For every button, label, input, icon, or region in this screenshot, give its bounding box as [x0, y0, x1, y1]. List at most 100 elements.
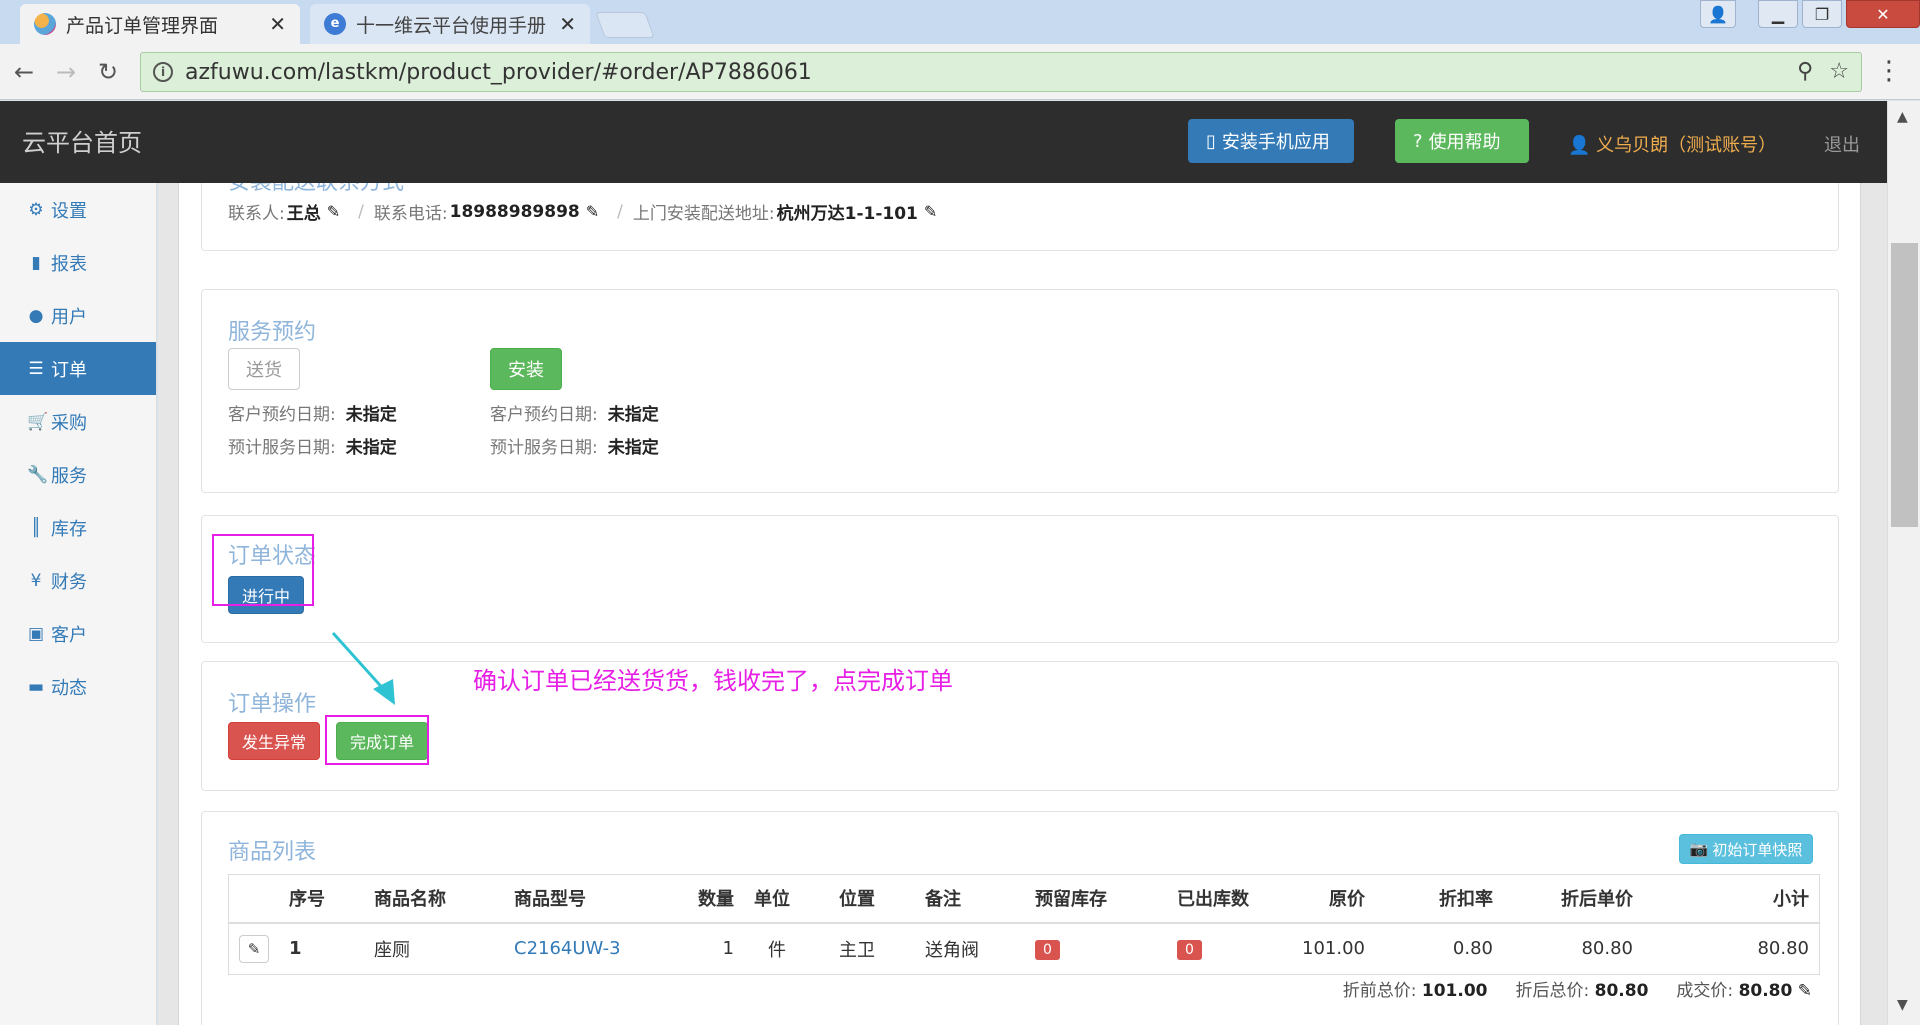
service-title: 服务预约: [228, 320, 317, 345]
sidebar-item-purchase[interactable]: 🛒 采购: [0, 395, 156, 448]
shipped-count-badge: 0: [1177, 939, 1202, 960]
sidebar-item-customers[interactable]: ▣ 客户: [0, 607, 156, 660]
order-totals: 折前总价: 101.00 折后总价: 80.80 成交价: 80.80 ✎: [1343, 976, 1812, 1001]
deal-price-label: 成交价:: [1676, 981, 1734, 1001]
help-label: 使用帮助: [1428, 132, 1501, 153]
separator: /: [617, 201, 623, 222]
edit-phone-pencil-icon[interactable]: ✎: [586, 202, 599, 221]
edit-cell: ✎: [228, 922, 279, 975]
sidebar-item-orders[interactable]: ☰ 订单: [0, 342, 156, 395]
sidebar-item-inventory[interactable]: ║ 库存: [0, 501, 156, 554]
forward-icon[interactable]: →: [56, 58, 76, 86]
total-after-value: 80.80: [1594, 981, 1649, 1001]
tab-close-icon[interactable]: ✕: [559, 12, 576, 36]
install-app-button[interactable]: ▯ 安装手机应用: [1188, 119, 1354, 163]
kv-label: 客户预约日期:: [490, 405, 598, 425]
table-header-row: 序号 商品名称 商品型号 数量 单位 位置 备注 预留库存 已出库数 原价 折扣…: [228, 874, 1820, 924]
phone-icon: ▯: [1206, 130, 1216, 152]
total-before-value: 101.00: [1421, 981, 1488, 1001]
sidebar-item-label: 订单: [51, 359, 87, 381]
gear-icon: ⚙: [28, 199, 44, 220]
bookmark-star-icon[interactable]: ☆: [1829, 59, 1849, 84]
sidebar-item-label: 财务: [51, 571, 87, 593]
delivery-button[interactable]: 送货: [228, 348, 300, 390]
scrollbar-thumb[interactable]: [1891, 243, 1918, 527]
cell-unit: 件: [744, 922, 829, 975]
browser-menu-icon[interactable]: ⋮: [1876, 56, 1902, 86]
sidebar-item-finance[interactable]: ¥ 财务: [0, 554, 156, 607]
goods-table: 序号 商品名称 商品型号 数量 单位 位置 备注 预留库存 已出库数 原价 折扣…: [228, 874, 1820, 975]
sidebar-item-settings[interactable]: ⚙ 设置: [0, 183, 156, 236]
sidebar: ⚙ 设置 ▮ 报表 ● 用户 ☰ 订单 🛒 采购 🔧 服务 ║ 库存 ¥ 财务 ▣ 客户 ▬ 动态: [0, 183, 157, 1025]
initial-snapshot-button[interactable]: 📷 初始订单快照: [1679, 834, 1813, 864]
total-before: 折前总价: 101.00: [1343, 976, 1488, 1001]
new-tab-button[interactable]: [595, 12, 655, 38]
sidebar-item-label: 库存: [51, 518, 87, 540]
contact-phone-value: 18988989898: [449, 201, 580, 222]
product-model-link[interactable]: C2164UW-3: [514, 938, 621, 959]
deal-price-value: 80.80: [1738, 981, 1793, 1001]
col-header: 小计: [1643, 874, 1820, 924]
edit-address-pencil-icon[interactable]: ✎: [924, 202, 937, 221]
snapshot-label: 初始订单快照: [1712, 840, 1803, 859]
order-detail-main: 安装配送联系方式 联系人: 王总 ✎ / 联系电话: 18988989898 ✎…: [178, 183, 1861, 1025]
sidebar-item-users[interactable]: ● 用户: [0, 289, 156, 342]
window-close-icon[interactable]: ✕: [1846, 0, 1920, 28]
col-edit: [228, 874, 279, 924]
sidebar-item-activity[interactable]: ▬ 动态: [0, 660, 156, 713]
cell-no: 1: [279, 922, 364, 975]
kv-label: 客户预约日期:: [228, 405, 336, 425]
edit-row-pencil-icon[interactable]: ✎: [239, 934, 269, 963]
manual-favicon-icon: e: [324, 13, 346, 35]
help-button[interactable]: ? 使用帮助: [1395, 119, 1529, 163]
brand-home-link[interactable]: 云平台首页: [22, 123, 142, 158]
edit-deal-pencil-icon[interactable]: ✎: [1798, 981, 1812, 1001]
col-header: 位置: [829, 874, 915, 924]
app-header: 云平台首页 ▯ 安装手机应用 ? 使用帮助 👤 义乌贝朗（测试账号） 退出: [0, 101, 1887, 183]
scroll-down-icon[interactable]: ▼: [1897, 997, 1908, 1013]
page-scrollbar[interactable]: ▲ ▼: [1887, 101, 1920, 1025]
browser-tab-active[interactable]: 产品订单管理界面 ✕: [20, 4, 300, 44]
minimize-icon[interactable]: ▁: [1758, 0, 1798, 28]
browser-tab-manual[interactable]: e 十一维云平台使用手册 - ✕: [310, 4, 590, 44]
site-info-icon[interactable]: i: [153, 62, 173, 82]
user-name: 义乌贝朗（测试账号）: [1596, 135, 1777, 156]
back-icon[interactable]: ←: [14, 58, 34, 86]
tab-close-icon[interactable]: ✕: [269, 12, 286, 36]
col-header: 原价: [1287, 874, 1375, 924]
contact-address-label: 上门安装配送地址:: [632, 204, 775, 224]
cell-remark: 送角阀: [915, 922, 1025, 975]
user-account-link[interactable]: 👤 义乌贝朗（测试账号）: [1568, 131, 1776, 157]
col-header: 预留库存: [1025, 874, 1167, 924]
cell-location: 主卫: [829, 922, 915, 975]
separator: /: [358, 201, 364, 222]
zoom-icon[interactable]: ⚲: [1797, 59, 1813, 84]
col-header: 折扣率: [1375, 874, 1503, 924]
contact-person-label: 联系人:: [228, 204, 285, 224]
url-input[interactable]: i azfuwu.com/lastkm/product_provider/#or…: [140, 52, 1862, 92]
maximize-icon[interactable]: ❐: [1802, 0, 1842, 28]
operations-panel: 订单操作 发生异常 完成订单: [201, 661, 1839, 791]
scroll-up-icon[interactable]: ▲: [1897, 109, 1908, 125]
profile-icon[interactable]: 👤: [1700, 0, 1736, 28]
status-panel: 订单状态 进行中: [201, 515, 1839, 643]
tab-title: 十一维云平台使用手册 -: [356, 14, 552, 37]
report-exception-button[interactable]: 发生异常: [228, 722, 320, 760]
sidebar-item-label: 设置: [51, 200, 87, 222]
reload-icon[interactable]: ↻: [98, 58, 118, 86]
briefcase-icon: ▣: [27, 623, 45, 644]
address-bar: ← → ↻ i azfuwu.com/lastkm/product_provid…: [0, 44, 1920, 100]
col-header: 折后单价: [1503, 874, 1643, 924]
sidebar-item-service[interactable]: 🔧 服务: [0, 448, 156, 501]
contact-panel: 安装配送联系方式 联系人: 王总 ✎ / 联系电话: 18988989898 ✎…: [201, 183, 1839, 251]
comment-icon: ▬: [27, 676, 45, 697]
col-header: 商品名称: [364, 874, 504, 924]
sidebar-item-reports[interactable]: ▮ 报表: [0, 236, 156, 289]
list-icon: ☰: [28, 358, 44, 379]
user-icon: ●: [28, 305, 44, 326]
install-button[interactable]: 安装: [490, 348, 562, 390]
edit-person-pencil-icon[interactable]: ✎: [327, 202, 340, 221]
logout-link[interactable]: 退出: [1824, 131, 1860, 157]
app-favicon-icon: [34, 13, 56, 35]
cell-subtotal: 80.80: [1643, 922, 1820, 975]
